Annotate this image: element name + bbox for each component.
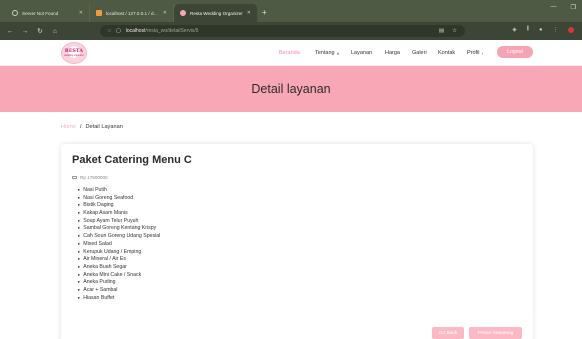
nav-galeri[interactable]: Galeri xyxy=(412,50,427,56)
browser-tab-1[interactable]: Server Not Found ✕ xyxy=(6,4,90,22)
minimize-icon[interactable]: — xyxy=(551,4,557,11)
breadcrumb-current: Detail Layanan xyxy=(85,124,123,130)
chevron-right-icon: › xyxy=(481,50,484,56)
logout-button[interactable]: Logout xyxy=(497,46,533,58)
new-tab-button[interactable]: + xyxy=(262,8,267,17)
breadcrumb-home[interactable]: Home xyxy=(61,124,76,130)
list-item: Cah Soun Goreng Udang Spesial xyxy=(78,232,160,240)
breadcrumb-separator: / xyxy=(79,124,82,130)
url-path: /resta_wo/detailServis/5 xyxy=(145,28,199,34)
browser-tab-2[interactable]: localhost / 127.0.0.1 / db_wo / ... ✕ xyxy=(90,4,174,22)
site-favicon-icon xyxy=(180,10,186,16)
package-title: Paket Catering Menu C xyxy=(72,154,192,166)
list-item: Kerupuk Udang / Emping xyxy=(78,248,160,256)
nav-layanan[interactable]: Layanan xyxy=(351,50,372,56)
shield-icon: ◌ xyxy=(108,28,111,34)
page-icon: ▢ xyxy=(115,28,121,34)
url-text: localhost/resta_wo/detailServis/5 xyxy=(126,28,199,34)
address-bar[interactable]: ◌ ▢ localhost/resta_wo/detailServis/5 ▤ … xyxy=(100,25,465,37)
page-banner: Detail layanan xyxy=(0,66,582,112)
reload-icon[interactable]: ↻ xyxy=(36,27,44,35)
account-icon[interactable]: ● xyxy=(539,27,542,33)
list-item: Sambal Goreng Kentang Krispy xyxy=(78,224,160,232)
browser-tab-3[interactable]: Resta Wedding Organizer ✕ xyxy=(174,4,258,22)
list-item: Acar + Sambal xyxy=(78,286,160,294)
forward-arrow-icon[interactable]: → xyxy=(21,28,29,35)
nav-profil[interactable]: Profil xyxy=(467,50,480,56)
addon-icon[interactable] xyxy=(568,26,574,33)
list-item: Soup Ayam Telur Puyuh xyxy=(78,217,160,225)
menu-item-list: Nasi Putih Nasi Goreng Seafood Bistik Da… xyxy=(78,186,160,301)
url-host: localhost xyxy=(125,28,146,34)
library-icon[interactable]: ⫼ xyxy=(527,26,530,33)
close-icon[interactable]: ✕ xyxy=(163,10,167,16)
close-icon[interactable]: ✕ xyxy=(79,10,83,16)
home-icon[interactable]: ⌂ xyxy=(51,28,59,35)
chevron-down-icon: ∨ xyxy=(336,50,340,56)
bookmark-star-icon[interactable]: ☆ xyxy=(452,28,457,34)
package-detail-card: Paket Catering Menu C Rp 17500000 Nasi P… xyxy=(61,144,533,339)
list-item: Aneka Buah Segar xyxy=(78,263,160,271)
list-item: Mixed Salad xyxy=(78,240,160,248)
tab-title: localhost / 127.0.0.1 / db_wo / ... xyxy=(106,10,159,16)
extension-icons: ◈ ⫼ ● ⋮ xyxy=(512,26,574,33)
list-item: Bistik Daging xyxy=(78,201,160,209)
list-item: Aneka Puding xyxy=(78,278,160,286)
nav-beranda[interactable]: Beranda xyxy=(279,50,300,56)
back-arrow-icon[interactable]: ← xyxy=(6,28,14,35)
list-item: Aneka Mini Cake / Snack xyxy=(78,271,160,279)
phpmyadmin-icon xyxy=(96,10,102,16)
tab-title: Server Not Found xyxy=(22,10,59,16)
nav-tentang[interactable]: Tentang xyxy=(315,50,335,56)
close-icon[interactable]: ✕ xyxy=(247,10,251,16)
logo-subtext: wedding organizer xyxy=(64,54,84,57)
nav-kontak[interactable]: Kontak xyxy=(438,50,455,56)
list-item: Nasi Putih xyxy=(78,186,160,194)
order-now-button[interactable]: Pesan Sekarang xyxy=(469,327,522,339)
tab-title: Resta Wedding Organizer xyxy=(190,10,243,16)
go-back-button[interactable]: Go Back xyxy=(432,327,464,339)
list-item: Nasi Goreng Seafood xyxy=(78,194,160,202)
list-item: Hiasan Buffet xyxy=(78,294,160,302)
site-logo[interactable]: RESTA wedding organizer xyxy=(61,42,87,64)
reader-view-icon[interactable]: ▤ xyxy=(439,28,444,34)
money-icon xyxy=(72,175,77,180)
list-item: Air Mineral / Air Es xyxy=(78,255,160,263)
info-icon xyxy=(12,10,18,16)
breadcrumb: Home / Detail Layanan xyxy=(61,124,123,130)
package-price: Rp 17500000 xyxy=(72,175,108,180)
page-title: Detail layanan xyxy=(251,82,331,96)
restore-icon[interactable]: ❐ xyxy=(571,4,576,11)
list-item: Kakap Asam Manis xyxy=(78,209,160,217)
nav-harga[interactable]: Harga xyxy=(385,50,400,56)
shield-extension-icon[interactable]: ◈ xyxy=(512,27,516,33)
extensions-icon[interactable]: ⋮ xyxy=(553,27,559,33)
price-value: Rp 17500000 xyxy=(80,175,108,180)
browser-tab-bar: Server Not Found ✕ localhost / 127.0.0.1… xyxy=(0,0,582,22)
window-controls: — ❐ xyxy=(551,4,576,11)
